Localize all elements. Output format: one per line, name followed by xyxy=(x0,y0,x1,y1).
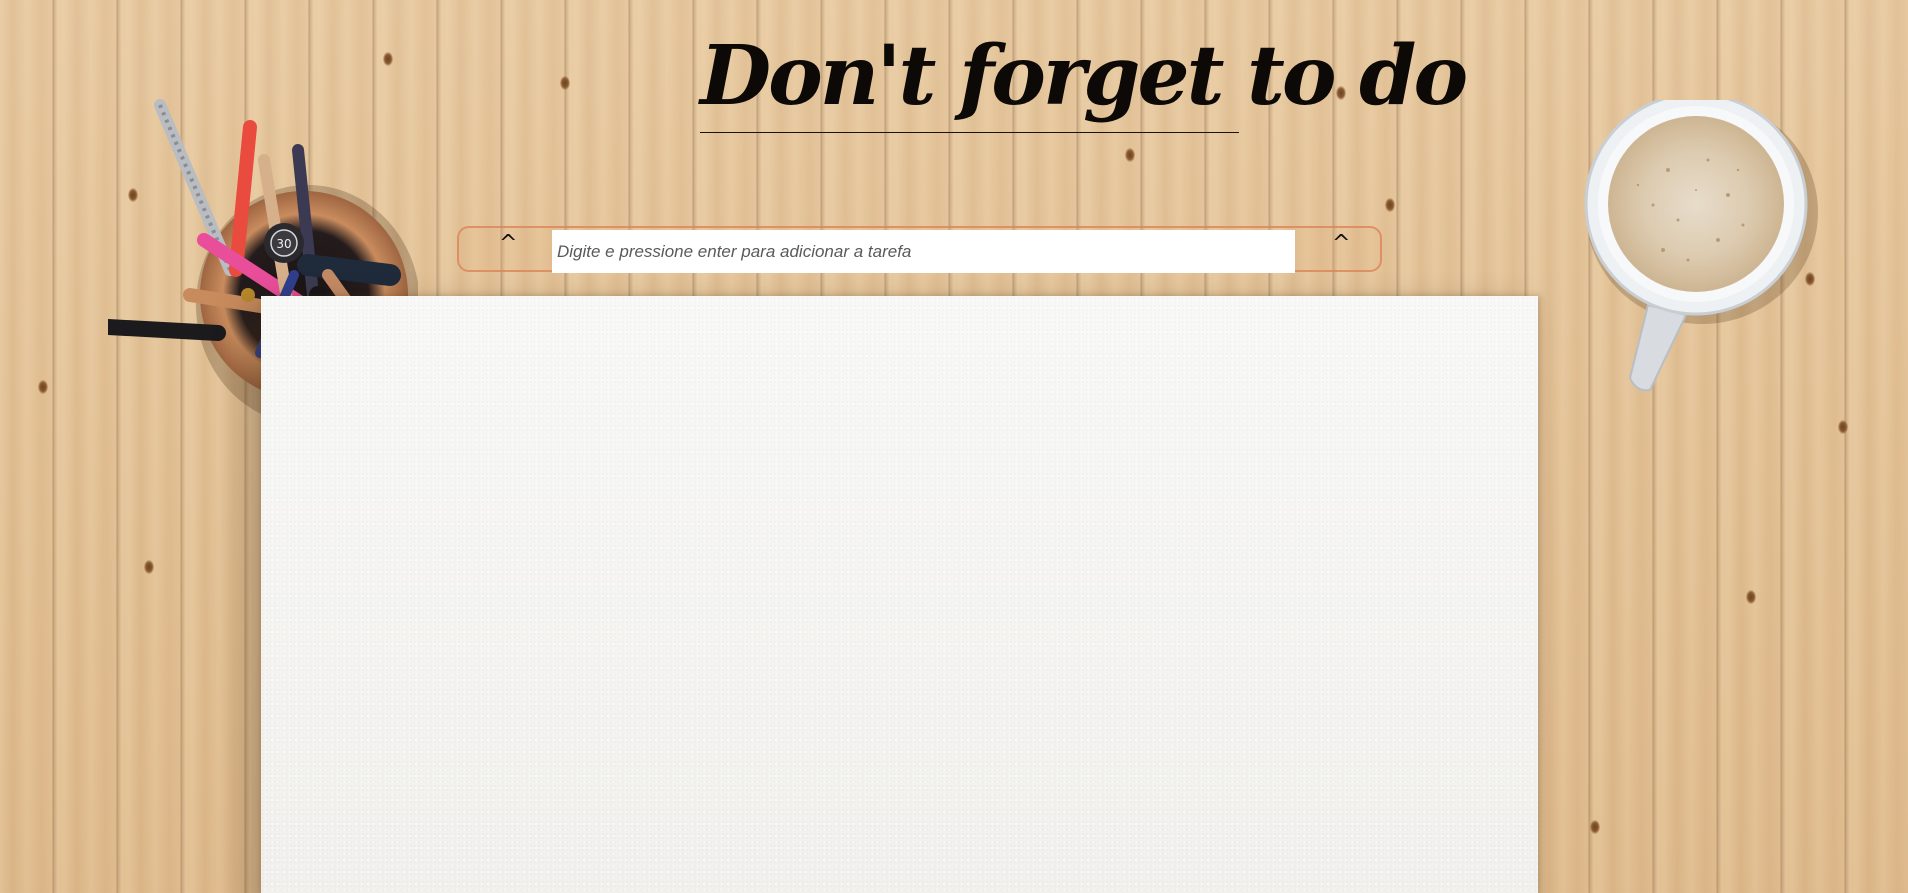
wood-knot xyxy=(144,560,154,574)
wood-knot xyxy=(1746,590,1756,604)
task-entry-bar: ^ ^ xyxy=(457,226,1382,273)
wood-knot xyxy=(1838,420,1848,434)
wood-knot xyxy=(1385,198,1395,212)
wood-knot xyxy=(560,76,570,90)
cup-label-30: 30 xyxy=(276,237,291,251)
wood-knot xyxy=(383,52,393,66)
task-input[interactable] xyxy=(552,230,1295,273)
wood-knot xyxy=(38,380,48,394)
title-underline xyxy=(700,132,1239,133)
task-list-paper xyxy=(261,296,1538,893)
wood-knot xyxy=(1125,148,1135,162)
caret-up-icon-left[interactable]: ^ xyxy=(499,232,517,256)
coffee-cup-icon xyxy=(1584,100,1818,392)
page-title: Don't forget to do xyxy=(700,28,1468,124)
caret-up-icon-right[interactable]: ^ xyxy=(1332,232,1350,256)
title-block: Don't forget to do xyxy=(700,22,1468,134)
wood-knot xyxy=(1590,820,1600,834)
